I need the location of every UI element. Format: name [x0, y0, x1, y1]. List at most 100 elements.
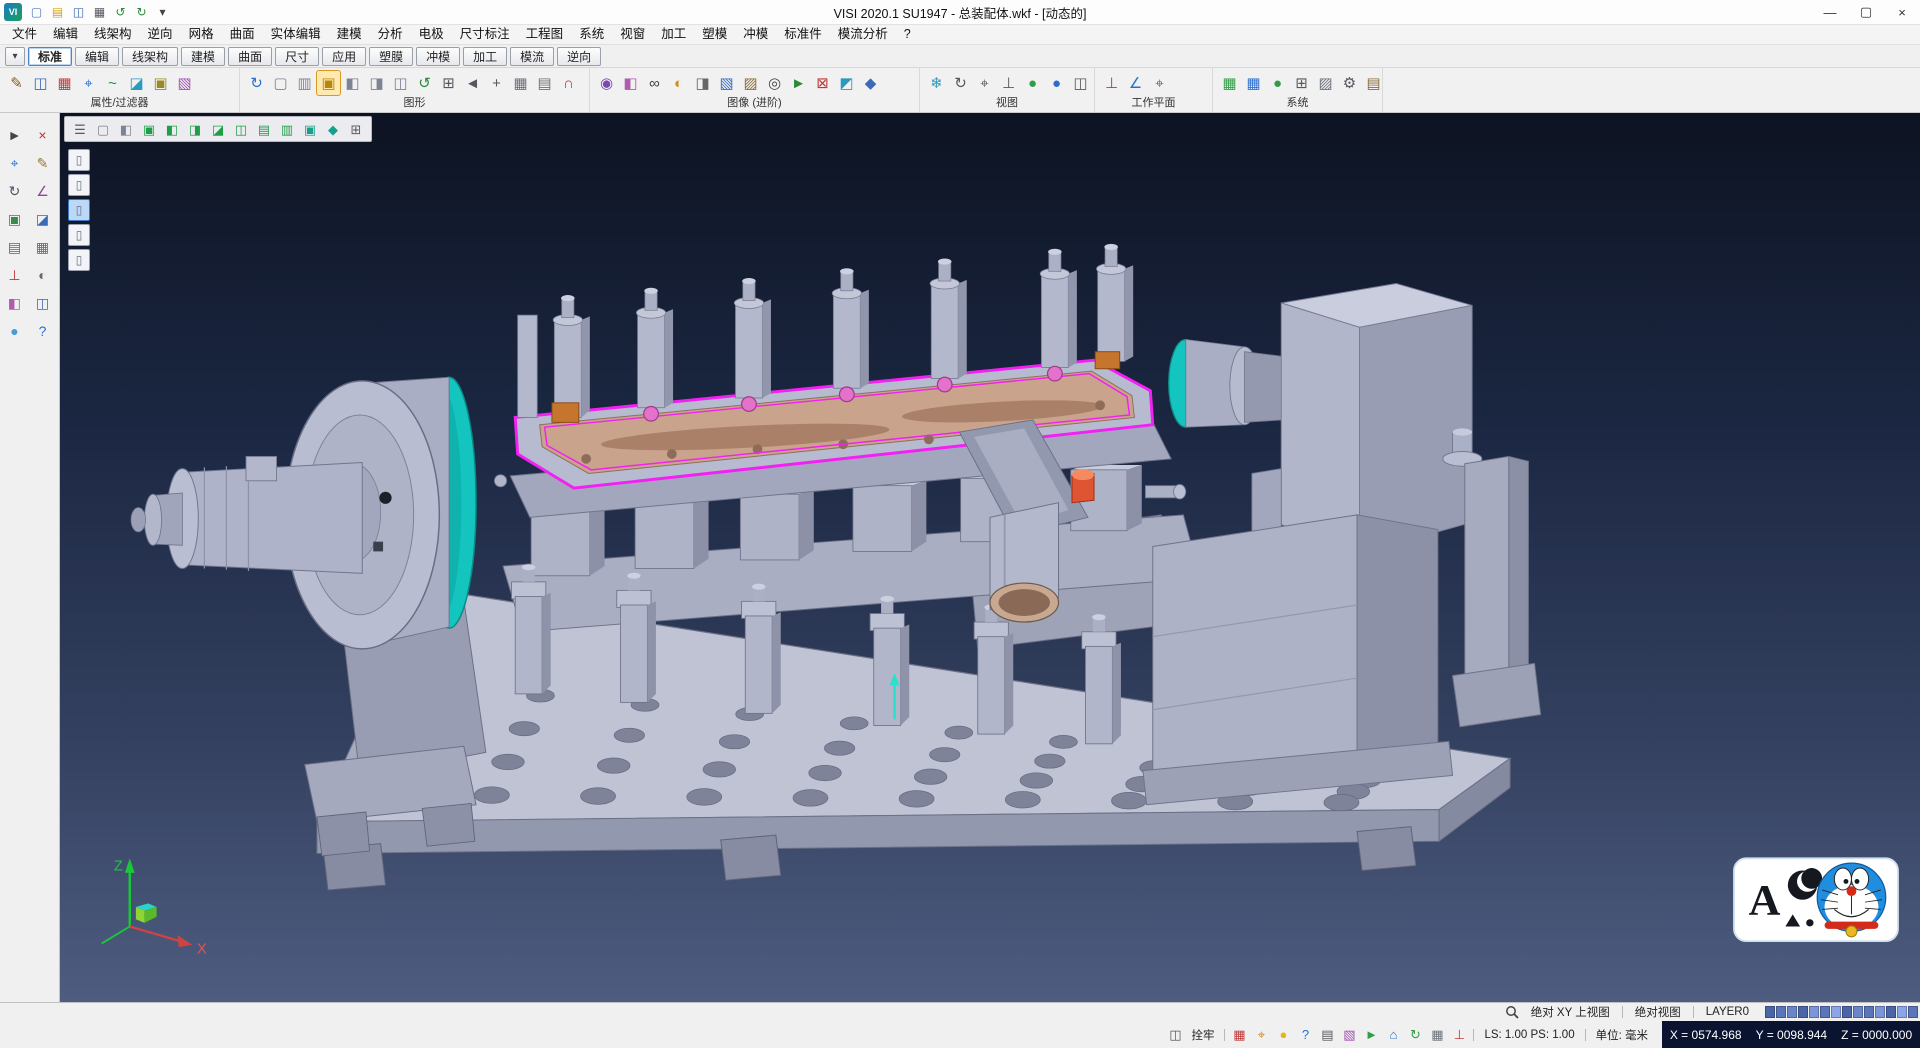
erase-icon[interactable]: × — [31, 123, 55, 147]
tab-reverse[interactable]: 逆向 — [557, 47, 601, 66]
grid-panel-icon[interactable]: ▦ — [31, 235, 55, 259]
menu-item-drawing[interactable]: 工程图 — [518, 25, 572, 44]
snap-point-icon[interactable]: ⌖ — [3, 151, 27, 175]
layer-swatch-2[interactable] — [1787, 1006, 1797, 1018]
tab-die[interactable]: 冲模 — [416, 47, 460, 66]
tail-assembly[interactable] — [1143, 283, 1541, 804]
view-orientation-icon[interactable]: ❄ — [925, 71, 948, 95]
absolute-view-button[interactable]: 绝对 XY 上视图 — [1523, 1004, 1618, 1020]
selection-mode-icon[interactable]: ► — [1361, 1025, 1381, 1045]
save-file-icon[interactable]: ◫ — [69, 3, 88, 22]
camera-icon[interactable]: ◎ — [763, 71, 786, 95]
osnap-icon[interactable]: ⌖ — [1251, 1025, 1271, 1045]
filter-button-5[interactable]: ▯ — [68, 249, 90, 271]
viewport-3d-scene[interactable]: Z X A — [60, 113, 1920, 1002]
ucs-status-icon[interactable]: ⊥ — [1449, 1025, 1469, 1045]
database-icon[interactable]: ▤ — [1362, 71, 1385, 95]
active-layer-button[interactable]: LAYER0 — [1698, 1006, 1757, 1018]
menu-item-window[interactable]: 视窗 — [612, 25, 653, 44]
tab-edit[interactable]: 编辑 — [75, 47, 119, 66]
axis-tool-icon[interactable]: ⊥ — [3, 263, 27, 287]
menu-item-solid-edit[interactable]: 实体编辑 — [263, 25, 329, 44]
clipboard-icon[interactable]: ◫ — [31, 291, 55, 315]
zoom-previous-icon[interactable]: ◄ — [461, 71, 484, 95]
shade-sphere-icon[interactable]: ● — [1021, 71, 1044, 95]
tab-wireframe[interactable]: 线架构 — [122, 47, 178, 66]
menu-item-machining[interactable]: 加工 — [653, 25, 694, 44]
light-icon[interactable]: ◐ — [667, 71, 690, 95]
zoom-window-icon[interactable]: ⊞ — [437, 71, 460, 95]
layer-swatch-3[interactable] — [1798, 1006, 1808, 1018]
filter-button-1[interactable]: ▯ — [68, 149, 90, 171]
print-icon[interactable]: ▦ — [90, 3, 109, 22]
hatch-settings-icon[interactable]: ▨ — [1314, 71, 1337, 95]
home-view-icon[interactable]: ⌂ — [1383, 1025, 1403, 1045]
menu-item-electrode[interactable]: 电极 — [411, 25, 452, 44]
stereo-view-icon[interactable]: ∞ — [643, 71, 666, 95]
spindle-assembly[interactable] — [131, 377, 507, 856]
filter-solids-icon[interactable]: ▣ — [149, 71, 172, 95]
rotate-item-icon[interactable]: ↻ — [3, 179, 27, 203]
workplane-angle-icon[interactable]: ∠ — [1124, 71, 1147, 95]
filter-button-4[interactable]: ▯ — [68, 224, 90, 246]
shaded-display-icon[interactable]: ▣ — [317, 71, 340, 95]
open-file-icon[interactable]: ▤ — [48, 3, 67, 22]
render-quality-icon[interactable]: ◉ — [595, 71, 618, 95]
tab-modeling[interactable]: 建模 — [181, 47, 225, 66]
refresh-status-icon[interactable]: ↻ — [1405, 1025, 1425, 1045]
layer-panel-icon[interactable]: ▤ — [3, 235, 27, 259]
tab-machining[interactable]: 加工 — [463, 47, 507, 66]
shaded-edges-icon[interactable]: ◧ — [341, 71, 364, 95]
attribute-copy-icon[interactable]: ◫ — [29, 71, 52, 95]
menu-item-analysis[interactable]: 分析 — [370, 25, 411, 44]
front-view-icon[interactable]: ◧ — [161, 119, 183, 139]
menu-item-edit[interactable]: 编辑 — [45, 25, 86, 44]
magnet-snap-icon[interactable]: ∩ — [557, 71, 580, 95]
sphere-tool-icon[interactable]: ● — [3, 319, 27, 343]
lock-toggle-label[interactable]: 拴牢 — [1185, 1027, 1220, 1043]
minimize-button[interactable]: — — [1812, 0, 1848, 24]
section-view-icon[interactable]: ◩ — [835, 71, 858, 95]
render-sphere-icon[interactable]: ● — [1045, 71, 1068, 95]
background-icon[interactable]: ▧ — [715, 71, 738, 95]
filter-points-icon[interactable]: ⌖ — [77, 71, 100, 95]
animation-icon[interactable]: ► — [787, 71, 810, 95]
filter-button-3[interactable]: ▯ — [68, 199, 90, 221]
layer-swatch-10[interactable] — [1875, 1006, 1885, 1018]
macro-icon[interactable]: ⚙ — [1338, 71, 1361, 95]
layer-swatch-12[interactable] — [1897, 1006, 1907, 1018]
menu-item-moldflow[interactable]: 模流分析 — [830, 25, 896, 44]
layer-list-icon[interactable]: ▤ — [1317, 1025, 1337, 1045]
sketch-edit-icon[interactable]: ✎ — [31, 151, 55, 175]
menu-item-wireframe[interactable]: 线架构 — [86, 25, 140, 44]
clamp-lock-icon[interactable]: ◫ — [1165, 1025, 1185, 1045]
material-icon[interactable]: ◧ — [619, 71, 642, 95]
system-sphere-icon[interactable]: ● — [1266, 71, 1289, 95]
tab-moldflow[interactable]: 模流 — [510, 47, 554, 66]
layer-swatch-0[interactable] — [1765, 1006, 1775, 1018]
tab-apply[interactable]: 应用 — [322, 47, 366, 66]
qat-dropdown-icon[interactable]: ▾ — [153, 3, 172, 22]
view-normal-icon[interactable]: ⊥ — [997, 71, 1020, 95]
menu-item-help[interactable]: ? — [896, 25, 919, 44]
shade-tool-icon[interactable]: ◐ — [31, 263, 55, 287]
workplane-set-icon[interactable]: ⊥ — [1100, 71, 1123, 95]
layer-swatch-1[interactable] — [1776, 1006, 1786, 1018]
texture-icon[interactable]: ▨ — [739, 71, 762, 95]
wireframe-display-icon[interactable]: ▢ — [269, 71, 292, 95]
tab-surface[interactable]: 曲面 — [228, 47, 272, 66]
view-rotate-icon[interactable]: ↻ — [949, 71, 972, 95]
main-viewport[interactable]: Z X A — [60, 113, 1920, 1002]
help-prompt-icon[interactable]: ? — [1295, 1025, 1315, 1045]
view-mode-button[interactable]: 绝对视图 — [1627, 1004, 1689, 1020]
bottom-view-icon[interactable]: ▥ — [276, 119, 298, 139]
menu-item-standard-parts[interactable]: 标准件 — [776, 25, 830, 44]
redo-icon[interactable]: ↻ — [132, 3, 151, 22]
layer-swatch-6[interactable] — [1831, 1006, 1841, 1018]
hint-icon[interactable]: ● — [1273, 1025, 1293, 1045]
toolbar-style-dropdown-icon[interactable]: ▾ — [5, 47, 25, 66]
attribute-edit-icon[interactable]: ✎ — [5, 71, 28, 95]
clip-plane-icon[interactable]: ◆ — [859, 71, 882, 95]
calculator-icon[interactable]: ⊞ — [1290, 71, 1313, 95]
shadow-icon[interactable]: ◨ — [691, 71, 714, 95]
